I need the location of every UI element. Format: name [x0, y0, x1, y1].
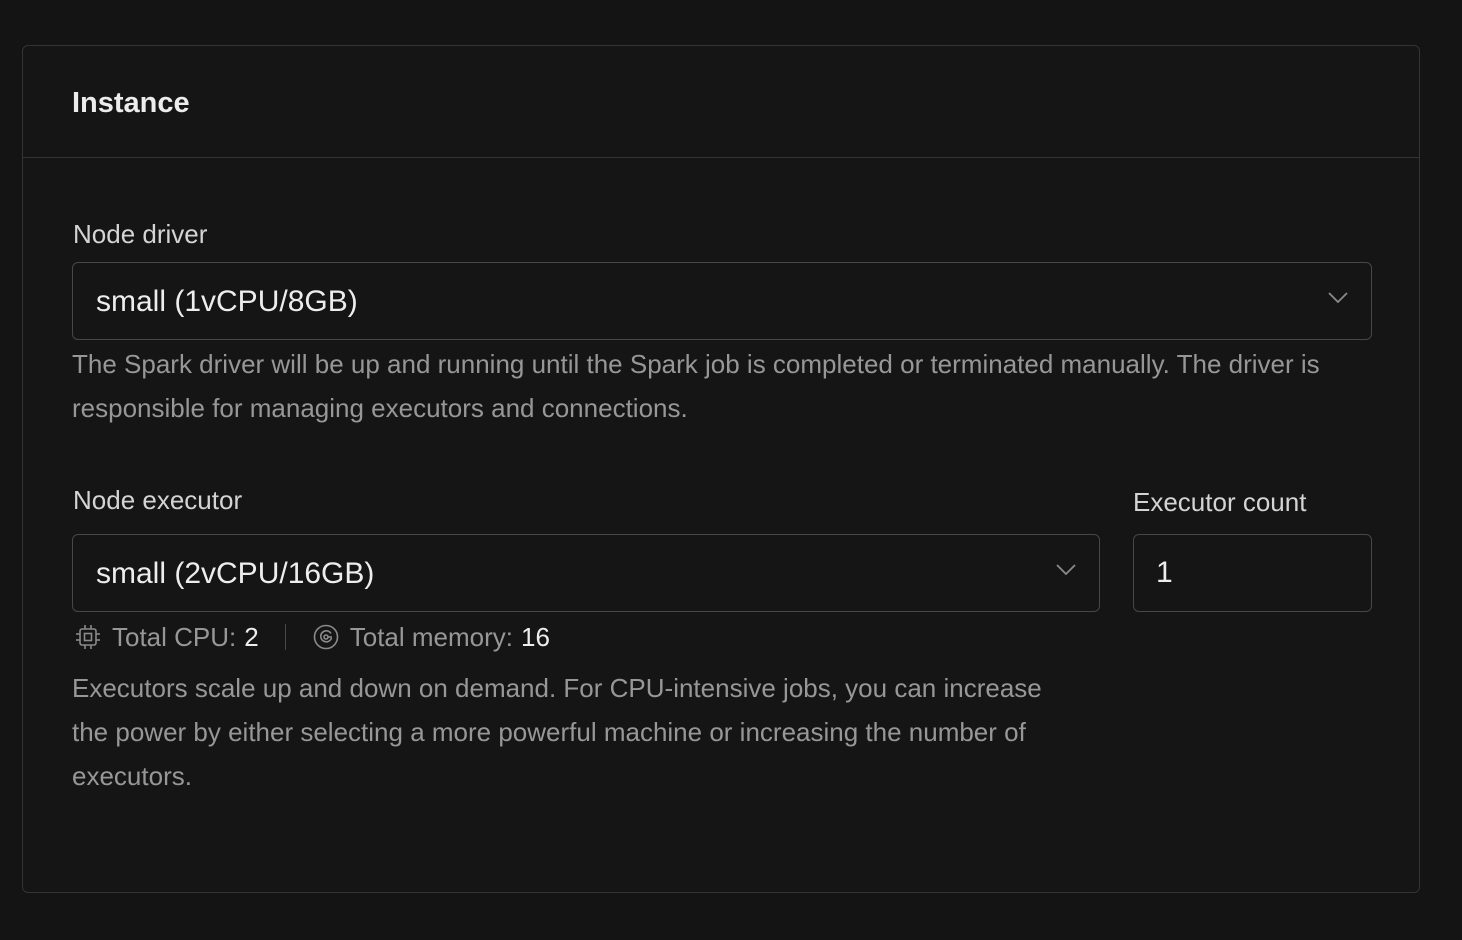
node-driver-select[interactable]: small (1vCPU/8GB)	[72, 262, 1372, 340]
instance-card: Instance Node driver small (1vCPU/8GB) T…	[22, 45, 1420, 893]
total-cpu-stat: Total CPU: 2	[74, 622, 259, 653]
card-header: Instance	[23, 46, 1419, 158]
node-executor-label: Node executor	[73, 485, 243, 515]
stats-divider	[284, 624, 286, 650]
total-memory-stat: Total memory: 16	[312, 622, 550, 653]
node-driver-help-text: The Spark driver will be up and running …	[72, 349, 1320, 423]
total-memory-label: Total memory:	[349, 621, 513, 652]
executor-count-input[interactable]	[1133, 534, 1372, 612]
chevron-down-icon	[1328, 292, 1348, 304]
node-driver-selected-value: small (1vCPU/8GB)	[96, 285, 358, 318]
executor-totals: Total CPU: 2 Total memory: 16	[74, 619, 550, 655]
node-executor-selected-value: small (2vCPU/16GB)	[96, 557, 375, 590]
chevron-down-icon	[1056, 564, 1076, 576]
card-title: Instance	[72, 87, 190, 119]
total-cpu-label: Total CPU:	[112, 621, 237, 652]
total-cpu-value: 2	[244, 621, 259, 652]
node-driver-label: Node driver	[73, 219, 208, 249]
cpu-chip-icon	[76, 625, 100, 649]
executor-count-label: Executor count	[1133, 487, 1307, 517]
node-executor-help-text: Executors scale up and down on demand. F…	[72, 673, 1042, 791]
total-memory-value: 16	[521, 621, 550, 652]
memory-disc-icon	[313, 624, 339, 650]
node-executor-select[interactable]: small (2vCPU/16GB)	[72, 534, 1100, 612]
